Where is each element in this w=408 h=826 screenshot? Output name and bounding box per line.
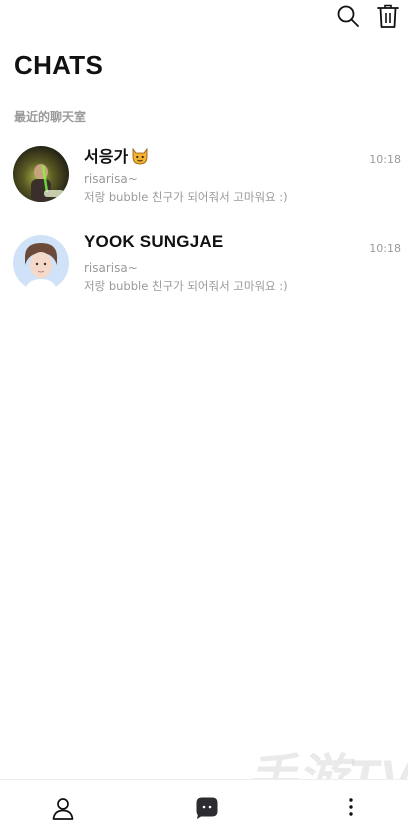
avatar (13, 146, 69, 202)
trash-icon (377, 4, 399, 28)
chat-bubble-icon (196, 797, 218, 819)
chat-subtitle: risarisa~ (84, 261, 138, 275)
top-bar (0, 0, 408, 34)
search-button[interactable] (335, 3, 361, 29)
chat-last-message: 저랑 bubble 친구가 되어줘서 고마워요 :) (84, 190, 288, 204)
page-title: CHATS (14, 50, 104, 80)
section-label-recent-chats: 最近的聊天室 (14, 110, 87, 124)
nav-more-button[interactable] (337, 794, 365, 822)
chat-row[interactable]: 서응가 10:18 risarisa~ 저랑 bubble 친구가 되어줘서 고… (0, 138, 408, 227)
nav-profile-button[interactable] (49, 794, 77, 822)
search-icon (337, 5, 359, 27)
delete-button[interactable] (375, 3, 401, 29)
nav-chats-button[interactable] (193, 794, 221, 822)
person-icon (52, 798, 74, 820)
chat-name: YOOK SUNGJAE (84, 232, 224, 251)
avatar (13, 235, 69, 291)
more-icon (349, 798, 353, 816)
chat-name-text: 서응가 (84, 147, 129, 166)
chat-list: 서응가 10:18 risarisa~ 저랑 bubble 친구가 되어줘서 고… (0, 138, 408, 316)
chat-last-message: 저랑 bubble 친구가 되어줘서 고마워요 :) (84, 279, 288, 293)
chat-subtitle: risarisa~ (84, 172, 138, 186)
bottom-nav (0, 779, 408, 826)
cat-face-icon (130, 147, 150, 169)
chat-time: 10:18 (369, 242, 401, 255)
chat-name: 서응가 (84, 143, 150, 169)
chat-row[interactable]: YOOK SUNGJAE 10:18 risarisa~ 저랑 bubble 친… (0, 227, 408, 316)
chat-time: 10:18 (369, 153, 401, 166)
